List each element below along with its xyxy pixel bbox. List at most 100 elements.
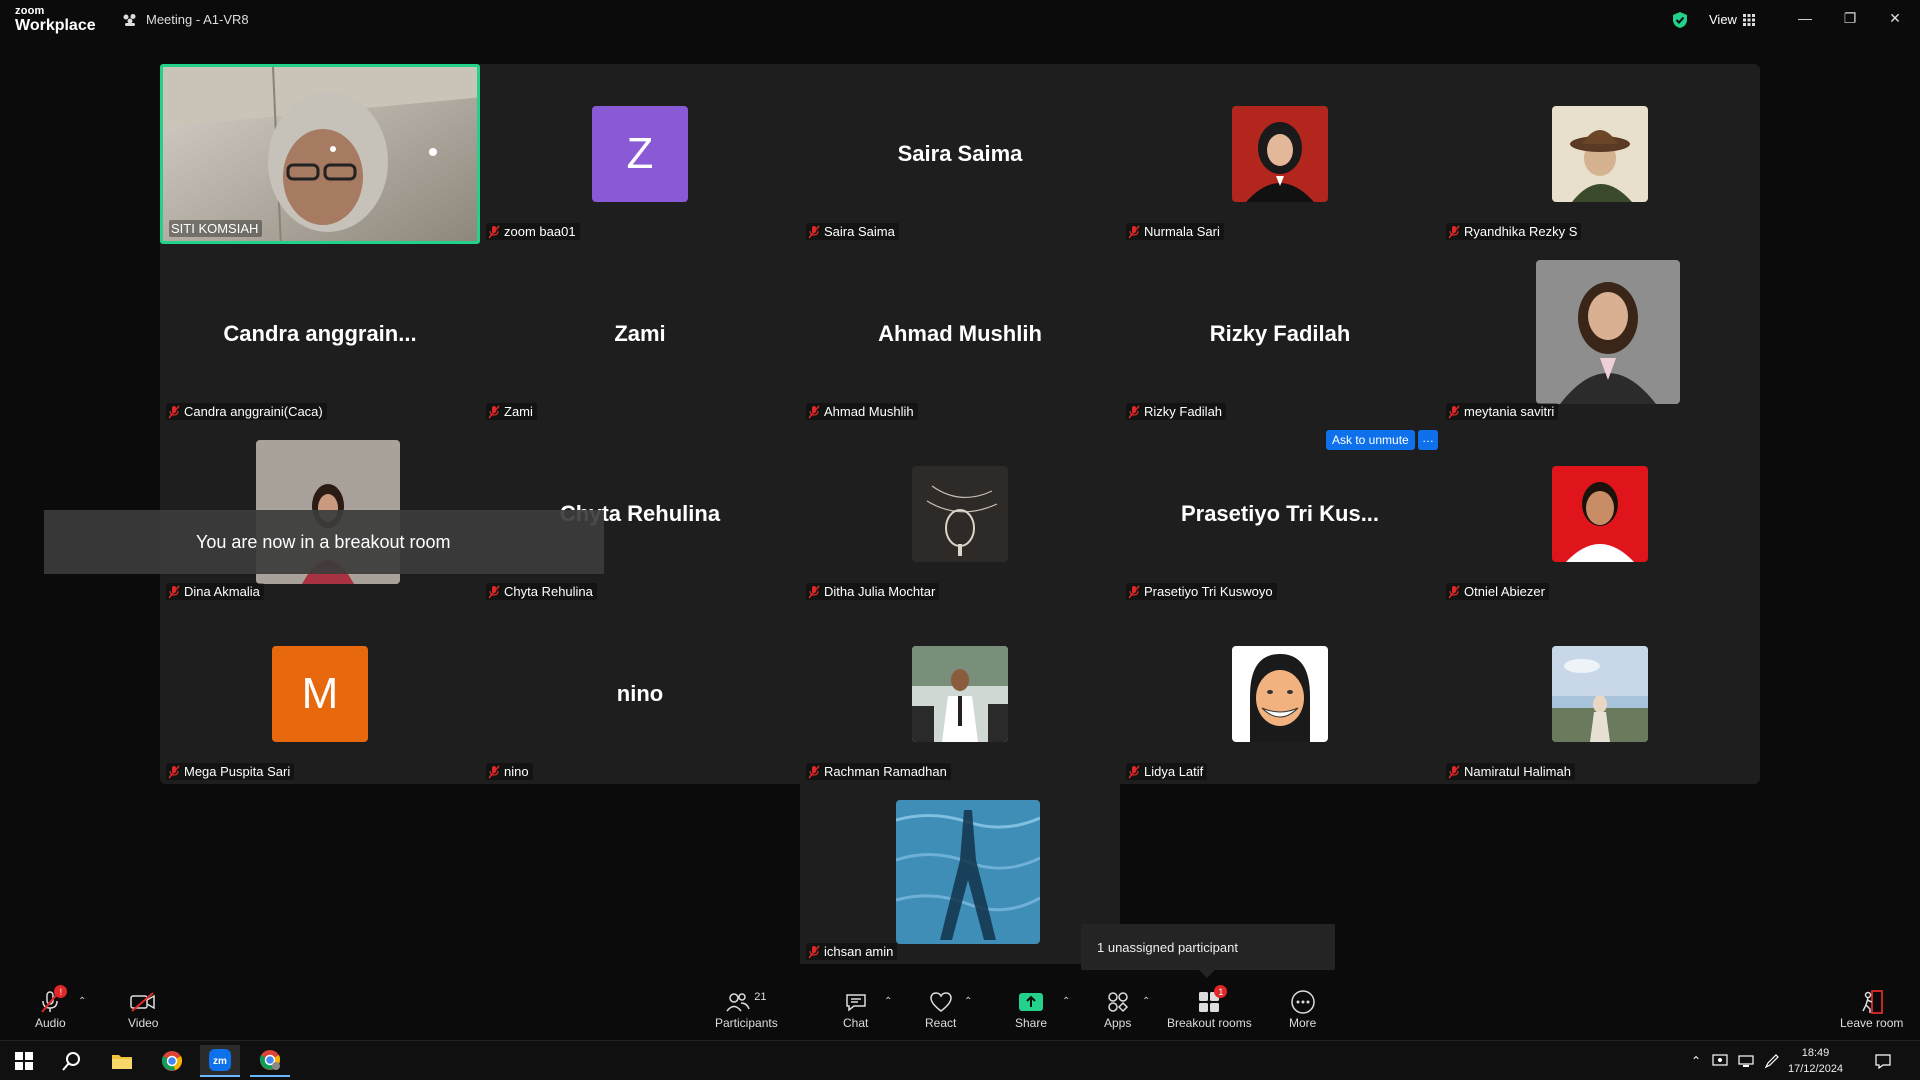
leave-icon: [1862, 990, 1883, 1014]
chat-options-caret-icon[interactable]: ⌃: [884, 996, 892, 1007]
muted-mic-icon: [1448, 405, 1460, 418]
breakout-badge: 1: [1214, 985, 1228, 998]
participant-tile[interactable]: Saira Saima Saira Saima: [800, 64, 1120, 244]
muted-mic-icon: [1128, 585, 1140, 598]
tray-app-icon[interactable]: [1708, 1045, 1732, 1077]
file-explorer-icon[interactable]: [102, 1045, 142, 1077]
breakout-rooms-button[interactable]: 1 Breakout rooms: [1167, 985, 1252, 1030]
react-options-caret-icon[interactable]: ⌃: [964, 996, 972, 1007]
view-label: View: [1709, 12, 1737, 27]
participant-tile[interactable]: Rizky Fadilah Rizky Fadilah: [1120, 244, 1440, 424]
audio-label: Audio: [35, 1016, 66, 1030]
participant-nameplate: SITI KOMSIAH: [169, 220, 263, 237]
participant-tile[interactable]: nino nino: [480, 604, 800, 784]
muted-mic-icon: [808, 765, 820, 778]
participant-nameplate: ichsan amin: [806, 943, 898, 960]
zoom-taskbar-icon[interactable]: zm: [200, 1045, 240, 1077]
participant-nameplate: Otniel Abiezer: [1446, 583, 1549, 600]
muted-mic-icon: [808, 405, 820, 418]
meeting-info[interactable]: Meeting - A1-VR8: [122, 12, 249, 27]
video-tile[interactable]: SITI KOMSIAH: [160, 64, 480, 244]
notifications-icon[interactable]: [1868, 1045, 1898, 1077]
participant-tile[interactable]: Z zoom baa01: [480, 64, 800, 244]
chat-button[interactable]: Chat: [843, 988, 868, 1030]
apps-options-caret-icon[interactable]: ⌃: [1142, 996, 1150, 1007]
tray-chevron-icon[interactable]: ⌃: [1686, 1045, 1706, 1077]
participant-nameplate: Rizky Fadilah: [1126, 403, 1227, 420]
participant-name: ichsan amin: [824, 944, 894, 959]
muted-mic-icon: [1128, 225, 1140, 238]
participant-tile[interactable]: Ryandhika Rezky S: [1440, 64, 1760, 244]
participant-name: Chyta Rehulina: [504, 584, 593, 599]
muted-mic-icon: [1128, 765, 1140, 778]
participant-name: Saira Saima: [824, 224, 895, 239]
avatar: Z: [592, 106, 688, 202]
participant-name: SITI KOMSIAH: [171, 221, 259, 236]
muted-mic-icon: [168, 765, 180, 778]
apps-button[interactable]: Apps: [1104, 988, 1131, 1030]
audio-alert-badge: !: [54, 985, 68, 998]
audio-options-caret-icon[interactable]: ⌃: [78, 996, 86, 1007]
video-button[interactable]: Video: [128, 988, 158, 1030]
participant-nameplate: Dina Akmalia: [166, 583, 264, 600]
participants-icon: [726, 993, 750, 1012]
participant-tile[interactable]: Rachman Ramadhan: [800, 604, 1120, 784]
breakout-label: Breakout rooms: [1167, 1016, 1252, 1030]
network-icon[interactable]: [1734, 1045, 1758, 1077]
heart-icon: [929, 992, 952, 1012]
system-clock[interactable]: 18:49 17/12/2024: [1788, 1045, 1843, 1077]
clock-date: 17/12/2024: [1788, 1063, 1844, 1075]
participants-label: Participants: [715, 1016, 778, 1030]
audio-button[interactable]: ! Audio: [35, 985, 68, 1030]
participant-display-name: Prasetiyo Tri Kus...: [1180, 501, 1380, 526]
participant-tile[interactable]: M Mega Puspita Sari: [160, 604, 480, 784]
participant-tile[interactable]: Ditha Julia Mochtar: [800, 424, 1120, 604]
encryption-shield-icon[interactable]: [1672, 11, 1688, 34]
muted-mic-icon: [488, 405, 500, 418]
more-options-button[interactable]: …: [1418, 430, 1438, 450]
react-button[interactable]: React: [925, 988, 956, 1030]
participant-tile[interactable]: Zami Zami: [480, 244, 800, 424]
participant-video: [163, 67, 477, 241]
toast-message: You are now in a breakout room: [196, 531, 451, 552]
logo-line1: zoom: [15, 5, 45, 17]
restore-icon[interactable]: ❐: [1840, 10, 1860, 27]
participant-tile[interactable]: Lidya Latif: [1120, 604, 1440, 784]
participant-tile[interactable]: ichsan amin: [800, 784, 1120, 964]
participant-tile[interactable]: meytania savitri: [1440, 244, 1760, 424]
participant-name: Ditha Julia Mochtar: [824, 584, 936, 599]
avatar-letter: Z: [626, 129, 654, 178]
windows-start-icon[interactable]: [4, 1045, 44, 1077]
profile-photo: [912, 646, 1008, 742]
participant-display-name: Zami: [614, 321, 666, 346]
ask-to-unmute-button[interactable]: Ask to unmute: [1326, 430, 1415, 450]
view-button[interactable]: View: [1709, 12, 1755, 27]
participant-tile[interactable]: Ahmad Mushlih Ahmad Mushlih: [800, 244, 1120, 424]
pen-icon[interactable]: [1760, 1045, 1784, 1077]
participant-tile[interactable]: Namiratul Halimah: [1440, 604, 1760, 784]
profile-photo: [896, 800, 1040, 944]
participant-name: Ahmad Mushlih: [824, 404, 914, 419]
close-icon[interactable]: ✕: [1885, 10, 1905, 27]
chrome-profile-icon[interactable]: [250, 1045, 290, 1077]
participant-name: Ryandhika Rezky S: [1464, 224, 1578, 239]
share-screen-icon: [1019, 993, 1044, 1011]
participant-tile[interactable]: Prasetiyo Tri Kus... Prasetiyo Tri Kuswo…: [1120, 424, 1440, 604]
search-icon[interactable]: [52, 1045, 92, 1077]
share-options-caret-icon[interactable]: ⌃: [1062, 996, 1070, 1007]
muted-mic-icon: [1448, 765, 1460, 778]
participant-name: meytania savitri: [1464, 404, 1555, 419]
participant-tile[interactable]: Otniel Abiezer: [1440, 424, 1760, 604]
more-button[interactable]: More: [1289, 988, 1316, 1030]
participants-button[interactable]: 21 Participants: [715, 988, 778, 1030]
participant-tile[interactable]: Nurmala Sari: [1120, 64, 1440, 244]
share-label: Share: [1015, 1016, 1048, 1030]
profile-photo: [1232, 646, 1328, 742]
muted-mic-icon: [488, 765, 500, 778]
unassigned-participant-tooltip[interactable]: 1 unassigned participant: [1081, 924, 1335, 978]
share-button[interactable]: Share: [1015, 988, 1047, 1030]
minimize-icon[interactable]: —: [1795, 10, 1815, 26]
chrome-icon[interactable]: [152, 1045, 192, 1077]
leave-room-button[interactable]: Leave room: [1840, 988, 1903, 1030]
participant-tile[interactable]: Candra anggrain... Candra anggraini(Caca…: [160, 244, 480, 424]
